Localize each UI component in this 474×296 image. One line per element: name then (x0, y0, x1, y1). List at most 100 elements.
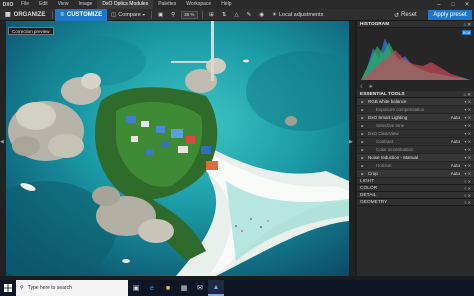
fit-view-button[interactable]: ▣ (154, 9, 167, 21)
toolbar: ▦ ORGANIZE ≡ CUSTOMIZE ◫ Compare ▾ ▣ ⚲ 3… (0, 8, 474, 21)
palette-light[interactable]: LIGHT ≡ ✕ (357, 178, 474, 185)
palette-color[interactable]: COLOR ≡ ✕ (357, 185, 474, 192)
panel-menu-icon[interactable]: ≡ ✕ (464, 186, 471, 191)
windows-taskbar: ⚲ Type here to search ▣ e ■ ▦ ✉ ▲ (0, 280, 474, 296)
tool-color-accentuation[interactable]: ▸ Color accentuation ▾ ✕ (357, 146, 474, 154)
taskbar-search-input[interactable]: ⚲ Type here to search (16, 280, 128, 296)
expand-arrow-icon[interactable]: ▸ (360, 115, 365, 120)
shadow-clipping-icon[interactable]: ☾ (360, 84, 364, 90)
actual-size-button[interactable]: ⚲ (167, 9, 179, 21)
horizon-icon: ⇅ (221, 11, 227, 18)
tool-label: Color accentuation (376, 147, 414, 152)
essential-tools-header[interactable]: ESSENTIAL TOOLS ≡ ✕ (357, 91, 474, 98)
local-adjustments-button[interactable]: ☀ Local adjustments (268, 9, 327, 21)
palette-geometry[interactable]: GEOMETRY ≡ ✕ (357, 199, 474, 206)
palette-label: COLOR (360, 185, 378, 191)
perspective-tool-button[interactable]: △ (230, 9, 242, 21)
next-image-icon[interactable]: ▶ (349, 139, 354, 147)
essential-tools-title: ESSENTIAL TOOLS (360, 91, 405, 97)
histogram-header[interactable]: HISTOGRAM ≡ ✕ (357, 21, 474, 28)
compare-button[interactable]: ◫ Compare ▾ (107, 9, 149, 21)
tool-controls-icon[interactable]: ▾ ✕ (465, 115, 471, 120)
correction-preview-toggle[interactable]: Correction preview (8, 27, 54, 35)
store-icon[interactable]: ▦ (176, 280, 192, 296)
tool-label: Horizon (376, 163, 392, 168)
tool-label: DxO ClearView (368, 131, 399, 136)
tool-controls-icon[interactable]: ▾ ✕ (465, 139, 471, 144)
grid-icon: ▦ (5, 12, 11, 18)
edge-browser-icon[interactable]: e (144, 280, 160, 296)
panel-menu-icon[interactable]: ≡ ✕ (464, 193, 471, 198)
task-view-icon[interactable]: ▣ (128, 280, 144, 296)
highlight-clipping-icon[interactable]: ☀ (368, 84, 372, 90)
expand-arrow-icon[interactable]: ▸ (360, 107, 365, 112)
mail-icon[interactable]: ✉ (192, 280, 208, 296)
panel-menu-icon[interactable]: ≡ ✕ (463, 91, 471, 98)
palette-label: LIGHT (360, 178, 375, 184)
tool-controls-icon[interactable]: ▾ ✕ (465, 107, 471, 112)
file-explorer-icon[interactable]: ■ (160, 280, 176, 296)
windows-logo-icon (4, 284, 12, 292)
chevron-down-icon: ▾ (142, 12, 145, 17)
tool-clearview[interactable]: ▸ DxO ClearView ▾ ✕ (357, 130, 474, 138)
expand-arrow-icon[interactable]: ▸ (360, 163, 365, 168)
right-panel: HISTOGRAM ≡ ✕ RGB ☾ ☀ ESSENTIAL TOOLS ≡ … (357, 21, 474, 276)
tool-horizon[interactable]: ▸ Horizon Auto ▾ ✕ (357, 162, 474, 170)
tool-controls-icon[interactable]: ▾ ✕ (465, 171, 471, 176)
dxo-app-icon[interactable]: ▲ (208, 280, 224, 296)
image-viewer[interactable]: Correction preview ◀ ▶ (0, 21, 355, 276)
tool-rgb-white-balance[interactable]: ▸ RGB white balance ▾ ✕ (357, 98, 474, 106)
previous-image-icon[interactable]: ◀ (0, 139, 5, 147)
expand-arrow-icon[interactable]: ▸ (360, 139, 365, 144)
palette-label: GEOMETRY (360, 199, 388, 205)
tool-controls-icon[interactable]: ▾ ✕ (465, 147, 471, 152)
tool-label: Noise reduction - Manual (368, 155, 419, 160)
expand-arrow-icon[interactable]: ▸ (360, 123, 365, 128)
tool-noise-reduction[interactable]: ▸ Noise reduction - Manual ▾ ✕ (357, 154, 474, 162)
tool-controls-icon[interactable]: ▾ ✕ (465, 123, 471, 128)
panel-menu-icon[interactable]: ≡ ✕ (464, 200, 471, 205)
tool-smart-lighting[interactable]: ▸ DxO Smart Lighting Auto ▾ ✕ (357, 114, 474, 122)
histogram-channel-select[interactable]: RGB (462, 30, 471, 35)
tool-label: Selective tone (376, 123, 405, 128)
minimize-icon[interactable]: – (432, 0, 446, 9)
tool-label: DxO Smart Lighting (368, 115, 408, 120)
tool-controls-icon[interactable]: ▾ ✕ (465, 163, 471, 168)
palette-label: DETAIL (360, 192, 377, 198)
tool-exposure-compensation[interactable]: ▸ Exposure compensation ▾ ✕ (357, 106, 474, 114)
tool-label: RGB white balance (368, 99, 407, 104)
reset-button[interactable]: ↺ Reset (394, 9, 417, 21)
undo-icon: ↺ (394, 12, 400, 19)
tab-organize[interactable]: ▦ ORGANIZE (0, 9, 50, 21)
repair-tool-button[interactable]: ✎ (243, 9, 256, 21)
tool-contrast[interactable]: ▸ Contrast Auto ▾ ✕ (357, 138, 474, 146)
tool-selective-tone[interactable]: ▸ Selective tone ▾ ✕ (357, 122, 474, 130)
tool-value: Auto (450, 163, 460, 168)
close-icon[interactable]: ✕ (460, 0, 474, 9)
tool-controls-icon[interactable]: ▾ ✕ (465, 131, 471, 136)
tool-crop[interactable]: ▸ Crop Auto ▾ ✕ (357, 170, 474, 178)
perspective-icon: △ (234, 11, 239, 18)
apply-preset-button[interactable]: Apply preset (428, 10, 472, 20)
expand-arrow-icon[interactable]: ▸ (360, 171, 365, 176)
fit-view-icon: ▣ (157, 11, 164, 18)
tool-controls-icon[interactable]: ▾ ✕ (465, 155, 471, 160)
horizon-tool-button[interactable]: ⇅ (218, 9, 231, 21)
expand-arrow-icon[interactable]: ▸ (360, 131, 365, 136)
tab-customize-label: CUSTOMIZE (66, 11, 103, 18)
tool-controls-icon[interactable]: ▾ ✕ (465, 99, 471, 104)
local-adjustments-label: Local adjustments (278, 11, 324, 18)
expand-arrow-icon[interactable]: ▸ (360, 147, 365, 152)
expand-arrow-icon[interactable]: ▸ (360, 99, 365, 104)
windows-start-icon[interactable] (0, 280, 16, 296)
palette-detail[interactable]: DETAIL ≡ ✕ (357, 192, 474, 199)
redeye-tool-button[interactable]: ◉ (255, 9, 268, 21)
panel-menu-icon[interactable]: ≡ ✕ (463, 21, 471, 28)
expand-arrow-icon[interactable]: ▸ (360, 155, 365, 160)
panel-menu-icon[interactable]: ≡ ✕ (464, 179, 471, 184)
zoom-select[interactable]: 35 % (181, 10, 199, 19)
maximize-icon[interactable]: □ (446, 0, 460, 9)
crop-tool-button[interactable]: ⊞ (205, 9, 218, 21)
tab-customize[interactable]: ≡ CUSTOMIZE (55, 8, 108, 21)
repair-icon: ✎ (246, 11, 252, 18)
